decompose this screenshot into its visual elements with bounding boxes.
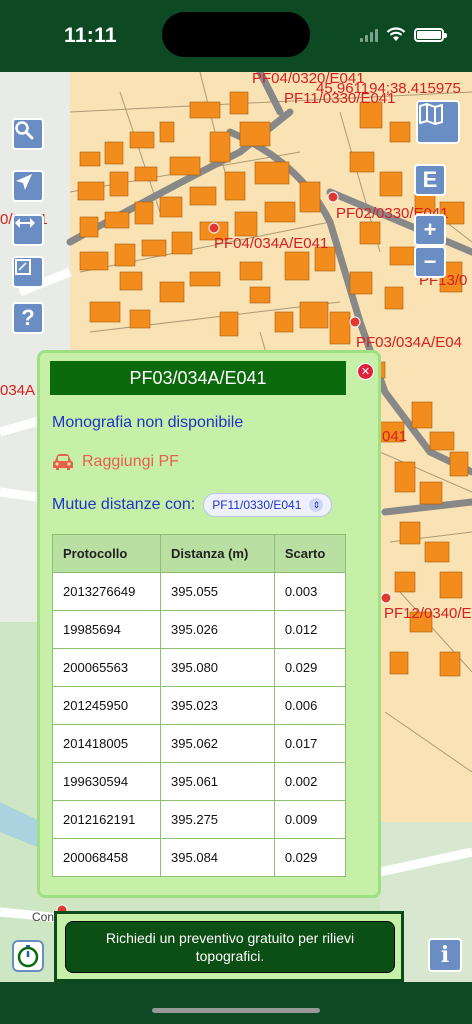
table-row: 200068458 395.084 0.029 (51, 838, 347, 877)
table-cell: 0.017 (273, 724, 347, 763)
table-cell: 0.009 (273, 800, 347, 839)
basemap-button[interactable] (416, 100, 460, 144)
column-header: Distanza (m) (160, 534, 275, 573)
info-button[interactable]: i (428, 938, 462, 972)
pf-label[interactable]: 034A (0, 382, 35, 399)
table-row: 2012162191 395.275 0.009 (51, 800, 347, 839)
table-cell: 201245950 (51, 686, 162, 725)
status-icons (360, 27, 447, 42)
pf-select[interactable]: PF11/0330/E041 ⇕ (203, 493, 333, 517)
distances-table: Protocollo Distanza (m) Scarto 201327664… (51, 534, 347, 877)
column-header: Protocollo (51, 534, 162, 573)
app-logo-button[interactable] (12, 940, 44, 972)
quote-text: Richiedi un preventivo gratuito per rili… (106, 929, 354, 965)
table-row: 2013276649 395.055 0.003 (51, 572, 347, 611)
pf-label[interactable]: PF12/0340/E (384, 605, 472, 622)
popup-title: PF03/034A/E041 (50, 361, 346, 395)
table-cell: 19985694 (51, 610, 162, 649)
table-row: 201245950 395.023 0.006 (51, 686, 347, 725)
info-icon: i (440, 942, 450, 968)
pf-label[interactable]: 041 (382, 428, 407, 445)
request-quote-button[interactable]: Richiedi un preventivo gratuito per rili… (65, 921, 395, 973)
table-cell: 200065563 (51, 648, 162, 687)
search-icon (15, 121, 34, 140)
plus-icon: + (423, 217, 437, 242)
zoom-out-button[interactable]: − (414, 246, 446, 278)
pf-select-value: PF11/0330/E041 (212, 498, 302, 512)
table-cell: 2012162191 (51, 800, 162, 839)
pf-label[interactable]: PF11/0330/E041 (284, 90, 395, 107)
raggiungi-label: Raggiungi PF (82, 453, 179, 470)
table-cell: 0.029 (273, 838, 347, 877)
raggiungi-pf-button[interactable]: Raggiungi PF (52, 453, 179, 471)
table-cell: 395.062 (160, 724, 275, 763)
table-row: 201418005 395.062 0.017 (51, 724, 347, 763)
close-button[interactable]: ✕ (357, 363, 374, 380)
locate-button[interactable] (12, 170, 44, 202)
status-time: 11:11 (64, 24, 117, 47)
table-cell: 0.003 (273, 572, 347, 611)
pf-info-popup: PF03/034A/E041 ✕ Monografia non disponib… (37, 350, 381, 898)
table-cell: 395.080 (160, 648, 275, 687)
horizontal-arrows-icon (15, 218, 35, 228)
table-cell: 395.026 (160, 610, 275, 649)
help-button[interactable]: ? (12, 302, 44, 334)
table-cell: 0.002 (273, 762, 347, 801)
navigation-arrow-icon (16, 174, 32, 190)
street-label: Con (32, 910, 55, 924)
measure-button[interactable] (12, 214, 44, 246)
quote-panel: Richiedi un preventivo gratuito per rili… (54, 911, 404, 982)
layer-e-button[interactable]: E (414, 164, 446, 196)
dynamic-island (162, 12, 310, 57)
table-cell: 199630594 (51, 762, 162, 801)
quote-line-1: Richiedi un preventivo gratuito per rili… (105, 930, 355, 946)
table-cell: 2013276649 (51, 572, 162, 611)
table-cell: 200068458 (51, 838, 162, 877)
monografia-link[interactable]: Monografia non disponibile (52, 414, 243, 432)
chevron-up-down-icon: ⇕ (309, 498, 324, 512)
pf-label[interactable]: PF03/034A/E04 (356, 334, 462, 351)
mutue-label: Mutue distanze con: (52, 496, 196, 513)
wifi-icon (386, 27, 406, 41)
fullscreen-button[interactable] (12, 256, 44, 288)
table-cell: 201418005 (51, 724, 162, 763)
minus-icon: − (423, 249, 437, 274)
table-cell: 0.006 (273, 686, 347, 725)
table-cell: 395.023 (160, 686, 275, 725)
zoom-in-button[interactable]: + (414, 214, 446, 246)
table-row: 200065563 395.080 0.029 (51, 648, 347, 687)
status-bar: 11:11 (0, 0, 472, 72)
table-cell: 395.055 (160, 572, 275, 611)
table-header-row: Protocollo Distanza (m) Scarto (51, 534, 347, 573)
battery-icon (414, 27, 447, 42)
table-row: 199630594 395.061 0.002 (51, 762, 347, 801)
frame-icon (15, 259, 31, 275)
cellular-signal-icon (360, 28, 378, 42)
table-row: 19985694 395.026 0.012 (51, 610, 347, 649)
bottom-safe-area (0, 982, 472, 1024)
table-cell: 0.012 (273, 610, 347, 649)
car-icon (53, 454, 73, 470)
table-cell: 395.061 (160, 762, 275, 801)
quote-line-2: topografici. (195, 948, 265, 964)
map-icon (419, 103, 443, 125)
home-indicator[interactable] (152, 1008, 320, 1013)
search-button[interactable] (12, 118, 44, 150)
table-cell: 395.275 (160, 800, 275, 839)
mutue-distanze-row: Mutue distanze con: PF11/0330/E041 ⇕ (52, 493, 333, 517)
close-icon: ✕ (360, 366, 371, 378)
table-cell: 395.084 (160, 838, 275, 877)
timer-logo-icon (17, 945, 39, 968)
column-header: Scarto (273, 534, 347, 573)
help-icon: ? (21, 305, 35, 330)
pf-label[interactable]: PF04/034A/E041 (214, 235, 328, 252)
table-cell: 0.029 (273, 648, 347, 687)
